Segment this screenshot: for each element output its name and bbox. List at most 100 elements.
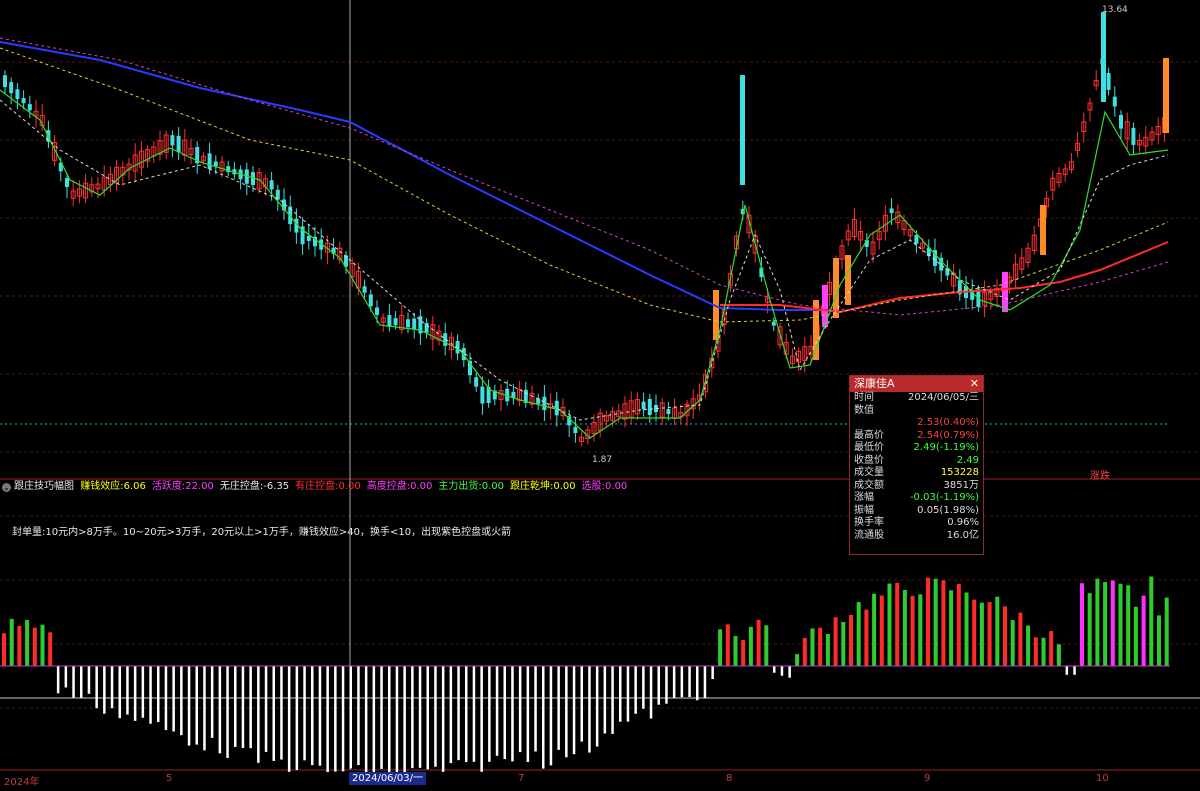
legend-value: 0.00 <box>410 481 433 492</box>
popup-row-key: 成交额 <box>854 479 884 491</box>
histogram-bar <box>449 666 453 764</box>
candle-body <box>554 400 559 416</box>
histogram-bar <box>972 599 977 666</box>
popup-row-value: 16.0亿 <box>946 529 979 541</box>
candle-body <box>15 89 20 100</box>
candle-body <box>740 75 745 185</box>
histogram-bar <box>1049 631 1054 666</box>
histogram-bar <box>565 666 568 758</box>
histogram-bar <box>241 666 245 749</box>
kline-chart[interactable] <box>0 0 1200 791</box>
histogram-bar <box>773 666 776 673</box>
histogram-bar <box>825 633 830 666</box>
popup-row-key: 最低价 <box>854 442 884 453</box>
histogram-bar <box>588 666 591 753</box>
candle-body <box>412 318 417 330</box>
candle-body <box>1131 127 1136 145</box>
histogram-bar <box>249 666 252 749</box>
histogram-bar <box>849 614 853 666</box>
popup-row: 最高价 2.54(0.79%) <box>850 430 983 443</box>
histogram-bar <box>48 632 53 666</box>
histogram-bar <box>833 617 838 666</box>
popup-row-key: 成交量 <box>854 467 884 478</box>
histogram-bar <box>295 666 299 770</box>
candle-body <box>845 255 851 305</box>
histogram-bar <box>195 666 198 745</box>
change-tag: 涨跌 <box>1090 471 1110 482</box>
histogram-bar <box>187 666 191 746</box>
histogram-bar <box>987 602 992 666</box>
histogram-bar <box>756 619 761 666</box>
histogram-bar <box>895 582 900 666</box>
close-icon[interactable]: ✕ <box>970 376 979 392</box>
legend-value: 22.00 <box>185 481 214 492</box>
histogram-bar <box>557 666 560 750</box>
histogram-bar <box>40 624 45 666</box>
histogram-bar <box>642 666 645 709</box>
histogram-bar <box>688 666 691 697</box>
histogram-bar <box>103 666 106 714</box>
histogram-bar <box>172 666 175 732</box>
histogram-bar <box>725 624 730 666</box>
histogram-bar <box>995 596 1000 666</box>
histogram-bar <box>626 666 630 722</box>
axis-month-7: 7 <box>518 773 525 784</box>
histogram-bar <box>910 595 915 666</box>
histogram-bar <box>926 577 930 666</box>
histogram-bar <box>9 618 14 666</box>
histogram-bar <box>234 666 237 747</box>
candle-body <box>666 409 671 415</box>
legend-label: 主力出货: <box>438 481 482 492</box>
histogram-bar <box>372 666 376 774</box>
ma-line-white <box>0 99 1169 421</box>
candle-body <box>1040 205 1046 255</box>
popup-row: 涨幅 -0.03(-1.19%) <box>850 492 983 505</box>
popup-row-value: 0.05(1.98%) <box>917 504 979 516</box>
histogram-bar <box>110 666 114 709</box>
candle-body <box>176 135 181 153</box>
candle-body <box>914 235 919 244</box>
histogram-bar <box>1110 580 1115 666</box>
candle-body <box>406 319 410 328</box>
histogram-bar <box>802 637 807 666</box>
popup-row: 时间 2024/06/05/三 <box>850 392 983 405</box>
axis-month-8: 8 <box>726 773 733 784</box>
collapse-icon[interactable]: ⌄ <box>2 483 11 492</box>
histogram-bar <box>218 666 222 754</box>
histogram-bar <box>118 666 121 719</box>
popup-row-value: 2.53(0.40%) <box>917 417 979 428</box>
histogram-bar <box>426 666 429 770</box>
popup-title-bar[interactable]: 深康佳A ✕ <box>850 376 983 392</box>
histogram-bar <box>17 625 22 666</box>
histogram-bar <box>879 595 884 666</box>
candle-body <box>641 401 646 410</box>
candle-body <box>213 161 218 167</box>
candle-body <box>207 153 212 170</box>
candle-body <box>474 377 479 387</box>
ma-line-blue <box>0 41 830 311</box>
histogram-bar <box>72 666 75 698</box>
histogram-bar <box>1065 666 1069 675</box>
info-popup[interactable]: 深康佳A ✕ 时间 2024/06/05/三 数值 2.53(0.40%) 最高价 2.5… <box>849 375 984 555</box>
histogram-bar <box>549 666 553 766</box>
histogram-bar <box>349 666 352 769</box>
histogram-bar <box>257 666 260 763</box>
indicator-name[interactable]: 跟庄技巧幅图 <box>14 481 74 492</box>
candle-body <box>424 322 429 333</box>
histogram-bar <box>1149 576 1154 666</box>
histogram-bar <box>634 666 637 714</box>
cursor-date: 2024/06/03/一 <box>349 772 427 785</box>
histogram-bar <box>1126 585 1131 666</box>
legend-item: 赚钱效应:6.06 <box>80 481 149 492</box>
histogram-bar <box>1157 615 1161 666</box>
popup-row-key: 收盘价 <box>854 454 884 466</box>
popup-row-key: 最高价 <box>854 429 884 441</box>
histogram-bar <box>503 666 506 760</box>
popup-row: 流通股 16.0亿 <box>850 530 983 543</box>
popup-row-value: 3851万 <box>943 479 979 491</box>
candle-body <box>170 135 175 146</box>
histogram-bar <box>334 666 337 772</box>
legend-value: 0.00 <box>338 481 361 492</box>
histogram-bar <box>1073 666 1076 675</box>
histogram-bar <box>534 666 537 752</box>
